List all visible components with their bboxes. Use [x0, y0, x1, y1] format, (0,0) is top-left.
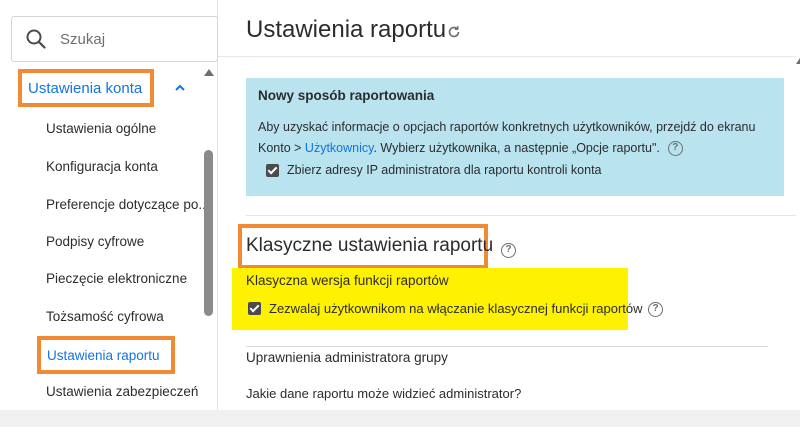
collect-ip-option: Zbierz adresy IP administratora dla rapo… [256, 163, 774, 177]
sidebar-scrollbar-thumb[interactable] [204, 150, 213, 316]
group-admin-permissions-title: Uprawnienia administratora grupy [246, 350, 448, 365]
sidebar-item-digital-identity[interactable]: Tożsamość cyfrowa [46, 309, 164, 324]
sidebar-item-preferences[interactable]: Preferencje dotyczące po... [46, 197, 210, 212]
section-divider [246, 215, 796, 216]
sidebar-item-account-setup[interactable]: Konfiguracja konta [46, 159, 158, 174]
classic-reports-subtitle: Klasyczna wersja funkcji raportów [246, 273, 449, 288]
sidebar-item-label: Ustawienia ogólne [46, 121, 157, 136]
users-link[interactable]: Użytkownicy [305, 141, 374, 155]
search-input[interactable] [60, 27, 210, 51]
sidebar-item-security-settings[interactable]: Ustawienia zabezpieczeń [46, 384, 198, 399]
help-icon[interactable]: ? [667, 141, 683, 157]
allow-classic-reports-option: Zezwalaj użytkownikom na włączanie klasy… [248, 301, 643, 316]
group-admin-question: Jakie dane raportu może widzieć administ… [246, 386, 522, 401]
search-box[interactable] [11, 16, 218, 62]
sidebar-item-report-settings[interactable]: Ustawienia raportu [37, 336, 175, 374]
sidebar: Ustawienia konta Ustawienia ogólne Konfi… [0, 0, 218, 410]
page-title: Ustawienia raportu [246, 16, 447, 43]
allow-classic-reports-checkbox[interactable] [248, 302, 261, 315]
info-banner: Nowy sposób raportowania Aby uzyskać inf… [246, 78, 784, 196]
sidebar-item-label: Ustawienia raportu [47, 347, 160, 363]
chevron-up-icon[interactable] [172, 80, 188, 96]
search-icon [26, 29, 46, 49]
sidebar-item-label: Podpisy cyfrowe [46, 234, 145, 249]
section-divider [246, 346, 768, 347]
classic-settings-title: Klasyczne ustawienia raportu [246, 235, 494, 256]
scroll-up-arrow-icon[interactable] [796, 58, 800, 64]
allow-classic-reports-label: Zezwalaj użytkownikom na włączanie klasy… [269, 301, 643, 316]
info-banner-text: Aby uzyskać informacje o opcjach raportó… [258, 117, 774, 159]
sidebar-section-label: Ustawienia konta [28, 79, 143, 97]
main-content: Ustawienia raportu Nowy sposób raportowa… [218, 0, 800, 410]
header-divider [218, 56, 796, 57]
info-banner-title: Nowy sposób raportowania [258, 88, 435, 103]
sidebar-item-digital-signatures[interactable]: Podpisy cyfrowe [46, 234, 144, 249]
collect-ip-label: Zbierz adresy IP administratora dla rapo… [287, 163, 602, 177]
collect-ip-checkbox[interactable] [266, 163, 279, 177]
sidebar-item-general-settings[interactable]: Ustawienia ogólne [46, 121, 156, 136]
help-icon[interactable]: ? [648, 302, 663, 317]
help-icon[interactable]: ? [501, 243, 516, 258]
sidebar-item-label: Konfiguracja konta [46, 159, 158, 174]
info-text-after: . Wybierz użytkownika, a następnie „Opcj… [373, 141, 660, 155]
scroll-up-arrow-icon[interactable] [204, 69, 214, 76]
sidebar-section-account-settings[interactable]: Ustawienia konta [18, 69, 154, 107]
sidebar-item-label: Preferencje dotyczące po... [46, 197, 210, 212]
sidebar-item-label: Ustawienia zabezpieczeń [46, 384, 199, 399]
sidebar-item-electronic-seals[interactable]: Pieczęcie elektroniczne [46, 271, 187, 286]
sidebar-item-label: Pieczęcie elektroniczne [46, 271, 188, 286]
sidebar-item-label: Tożsamość cyfrowa [46, 309, 164, 324]
refresh-icon[interactable] [447, 25, 461, 39]
